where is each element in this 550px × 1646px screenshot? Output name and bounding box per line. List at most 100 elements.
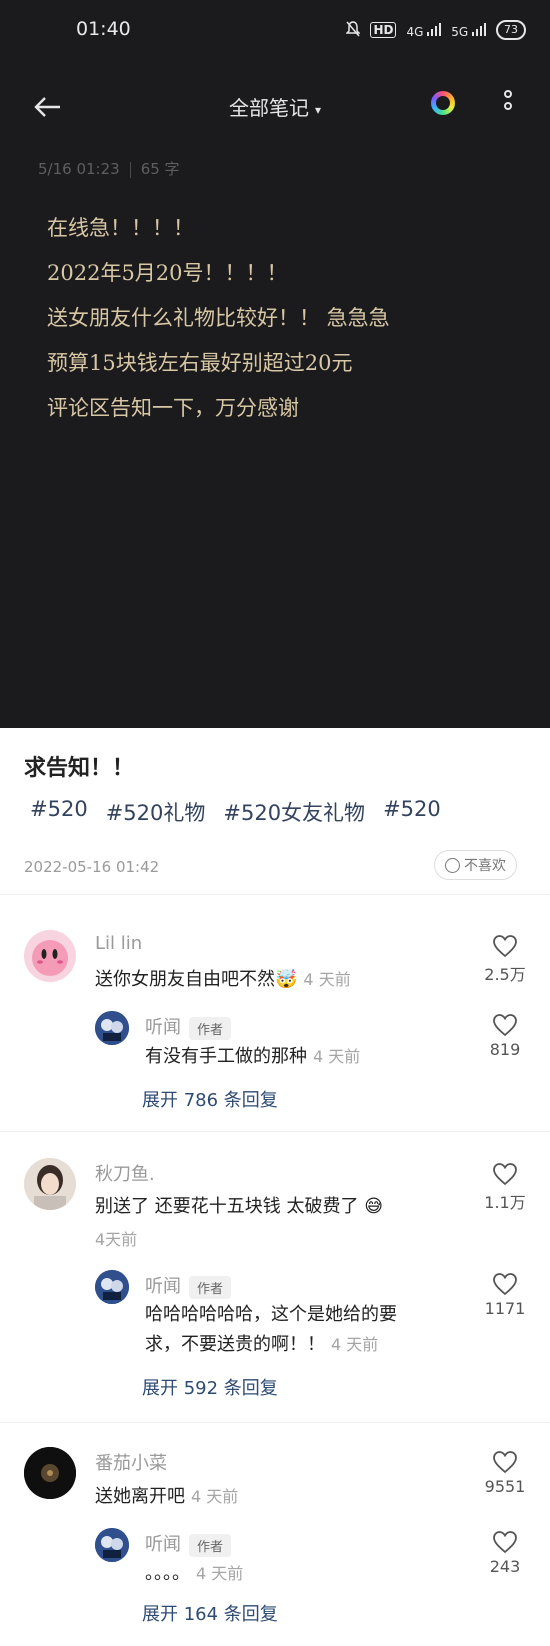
reply-author[interactable]: 听闻 作者 — [145, 1272, 232, 1299]
like-count: 243 — [489, 1557, 521, 1576]
reply-author-name: 听闻 — [145, 1017, 181, 1038]
divider — [0, 1422, 550, 1423]
author-badge: 作者 — [189, 1533, 232, 1557]
reply-text-body: 求，不要送贵的啊！！ — [145, 1334, 325, 1355]
reply-text: 有没有手工做的那种 4 天前 — [145, 1042, 360, 1072]
divider — [0, 1131, 550, 1132]
divider — [0, 894, 550, 895]
nav-title-label: 全部笔记 — [228, 96, 309, 120]
hashtag[interactable]: #520 — [383, 797, 441, 827]
comment-author[interactable]: 秋刀鱼. — [95, 1160, 155, 1186]
note-word-count: 65 字 — [140, 160, 180, 178]
comment-text-body: 别送了 还要花十五块钱 太破费了 — [95, 1196, 359, 1217]
like-count: 1171 — [484, 1299, 526, 1318]
expand-replies-link[interactable]: 展开 786 条回复 — [142, 1086, 278, 1112]
comment-text: 送她离开吧 4 天前 — [95, 1482, 238, 1508]
comment-author[interactable]: 番茄小菜 — [95, 1449, 167, 1475]
author-badge: 作者 — [189, 1016, 232, 1040]
like-count: 2.5万 — [484, 965, 526, 984]
reply-text-line: 哈哈哈哈哈哈，这个是她给的要 — [145, 1304, 397, 1325]
reply-avatar[interactable] — [95, 1270, 129, 1304]
notes-filter-dropdown[interactable]: 全部笔记 ▾ — [0, 92, 550, 121]
status-icons: HD 4G 5G 73 — [345, 20, 526, 40]
reply-time: 4 天前 — [313, 1047, 361, 1066]
status-bar: 01:40 HD 4G 5G 73 — [0, 0, 550, 62]
expand-replies-link[interactable]: 展开 592 条回复 — [142, 1374, 278, 1400]
like-button[interactable]: 1171 — [470, 1272, 540, 1318]
meta-divider — [129, 161, 131, 178]
hashtag[interactable]: #520 — [30, 797, 88, 827]
heart-icon — [493, 1451, 517, 1474]
reply-avatar[interactable] — [95, 1528, 129, 1562]
reply-author-name: 听闻 — [145, 1276, 181, 1297]
reply-time: 4 天前 — [196, 1564, 244, 1583]
post-title: 求告知！！ — [24, 756, 135, 781]
reply-author[interactable]: 听闻 作者 — [145, 1013, 232, 1040]
note-panel: 01:40 HD 4G 5G 73 全部笔记 ▾ 5/16 01:23 65 字 — [0, 0, 550, 728]
like-count: 9551 — [484, 1477, 526, 1496]
sad-face-icon — [445, 857, 460, 873]
like-button[interactable]: 9551 — [470, 1450, 540, 1496]
signal-4g-icon: 4G — [406, 22, 442, 39]
reply-author[interactable]: 听闻 作者 — [145, 1530, 232, 1557]
hd-icon: HD — [370, 22, 397, 38]
avatar[interactable] — [24, 1158, 76, 1210]
author-badge: 作者 — [189, 1275, 232, 1299]
dislike-button[interactable]: 不喜欢 — [434, 850, 517, 880]
comment-time: 4天前 — [95, 1230, 138, 1249]
comment-text: 别送了 还要花十五块钱 太破费了 😅 — [95, 1192, 383, 1218]
emoji-icon: 😅 — [364, 1196, 383, 1217]
heart-icon — [493, 935, 517, 958]
note-date: 5/16 01:23 — [38, 160, 120, 178]
tag-list: #520 #520礼物 #520女友礼物 #520 — [30, 797, 441, 827]
like-button[interactable]: 2.5万 — [470, 934, 540, 985]
caret-down-icon: ▾ — [314, 102, 322, 117]
post-date: 2022-05-16 01:42 — [24, 858, 160, 876]
signal-5g-icon: 5G — [451, 22, 486, 39]
note-line: 在线急！！！！ — [47, 216, 194, 240]
note-line: 预算15块钱左右最好别超过20元 — [47, 351, 353, 375]
status-time: 01:40 — [76, 18, 131, 40]
emoji-icon: 🤯 — [275, 969, 298, 990]
note-line: 2022年5月20号！！！！ — [47, 261, 288, 285]
note-meta: 5/16 01:23 65 字 — [38, 158, 180, 179]
mute-icon — [345, 20, 362, 40]
avatar[interactable] — [24, 930, 76, 982]
note-line: 送女朋友什么礼物比较好！！ 急急急 — [47, 306, 390, 330]
heart-icon — [493, 1531, 517, 1554]
comment-text-body: 送你女朋友自由吧不然 — [95, 969, 275, 990]
reply-text: 。。。。 4 天前 — [145, 1559, 243, 1589]
reply-text-line: 求，不要送贵的啊！！ 4 天前 — [145, 1330, 397, 1360]
heart-icon — [493, 1273, 517, 1296]
comment-author[interactable]: Lil lin — [95, 933, 142, 954]
note-line: 评论区告知一下，万分感谢 — [47, 396, 299, 420]
reply-author-name: 听闻 — [145, 1534, 181, 1555]
reply-text-body: 。。。。 — [145, 1563, 190, 1584]
comment-time: 4 天前 — [191, 1487, 239, 1506]
like-button[interactable]: 1.1万 — [470, 1162, 540, 1213]
hashtag[interactable]: #520礼物 — [106, 797, 206, 827]
reply-avatar[interactable] — [95, 1011, 129, 1045]
like-button[interactable]: 243 — [470, 1530, 540, 1576]
expand-replies-link[interactable]: 展开 164 条回复 — [142, 1600, 278, 1626]
reply-time: 4 天前 — [331, 1335, 379, 1354]
signal-4g-label: 4G — [406, 24, 424, 39]
note-body: 在线急！！！！ 2022年5月20号！！！！ 送女朋友什么礼物比较好！！ 急急急… — [47, 206, 390, 431]
top-nav: 全部笔记 ▾ — [0, 84, 550, 128]
comment-time: 4 天前 — [303, 970, 351, 989]
like-count: 819 — [489, 1040, 521, 1059]
reply-text-body: 有没有手工做的那种 — [145, 1046, 307, 1067]
dislike-label: 不喜欢 — [464, 858, 506, 874]
reply-text: 哈哈哈哈哈哈，这个是她给的要 求，不要送贵的啊！！ 4 天前 — [145, 1300, 397, 1360]
hashtag[interactable]: #520女友礼物 — [223, 797, 365, 827]
avatar[interactable] — [24, 1447, 76, 1499]
heart-icon — [493, 1163, 517, 1186]
more-vertical-icon[interactable] — [501, 90, 515, 120]
like-button[interactable]: 819 — [470, 1013, 540, 1059]
comment-text: 送你女朋友自由吧不然🤯 4 天前 — [95, 965, 351, 991]
color-ring-icon[interactable] — [431, 91, 455, 115]
battery-icon: 73 — [496, 20, 526, 40]
comment-text-body: 送她离开吧 — [95, 1486, 185, 1507]
like-count: 1.1万 — [484, 1193, 526, 1212]
signal-5g-label: 5G — [451, 24, 469, 39]
